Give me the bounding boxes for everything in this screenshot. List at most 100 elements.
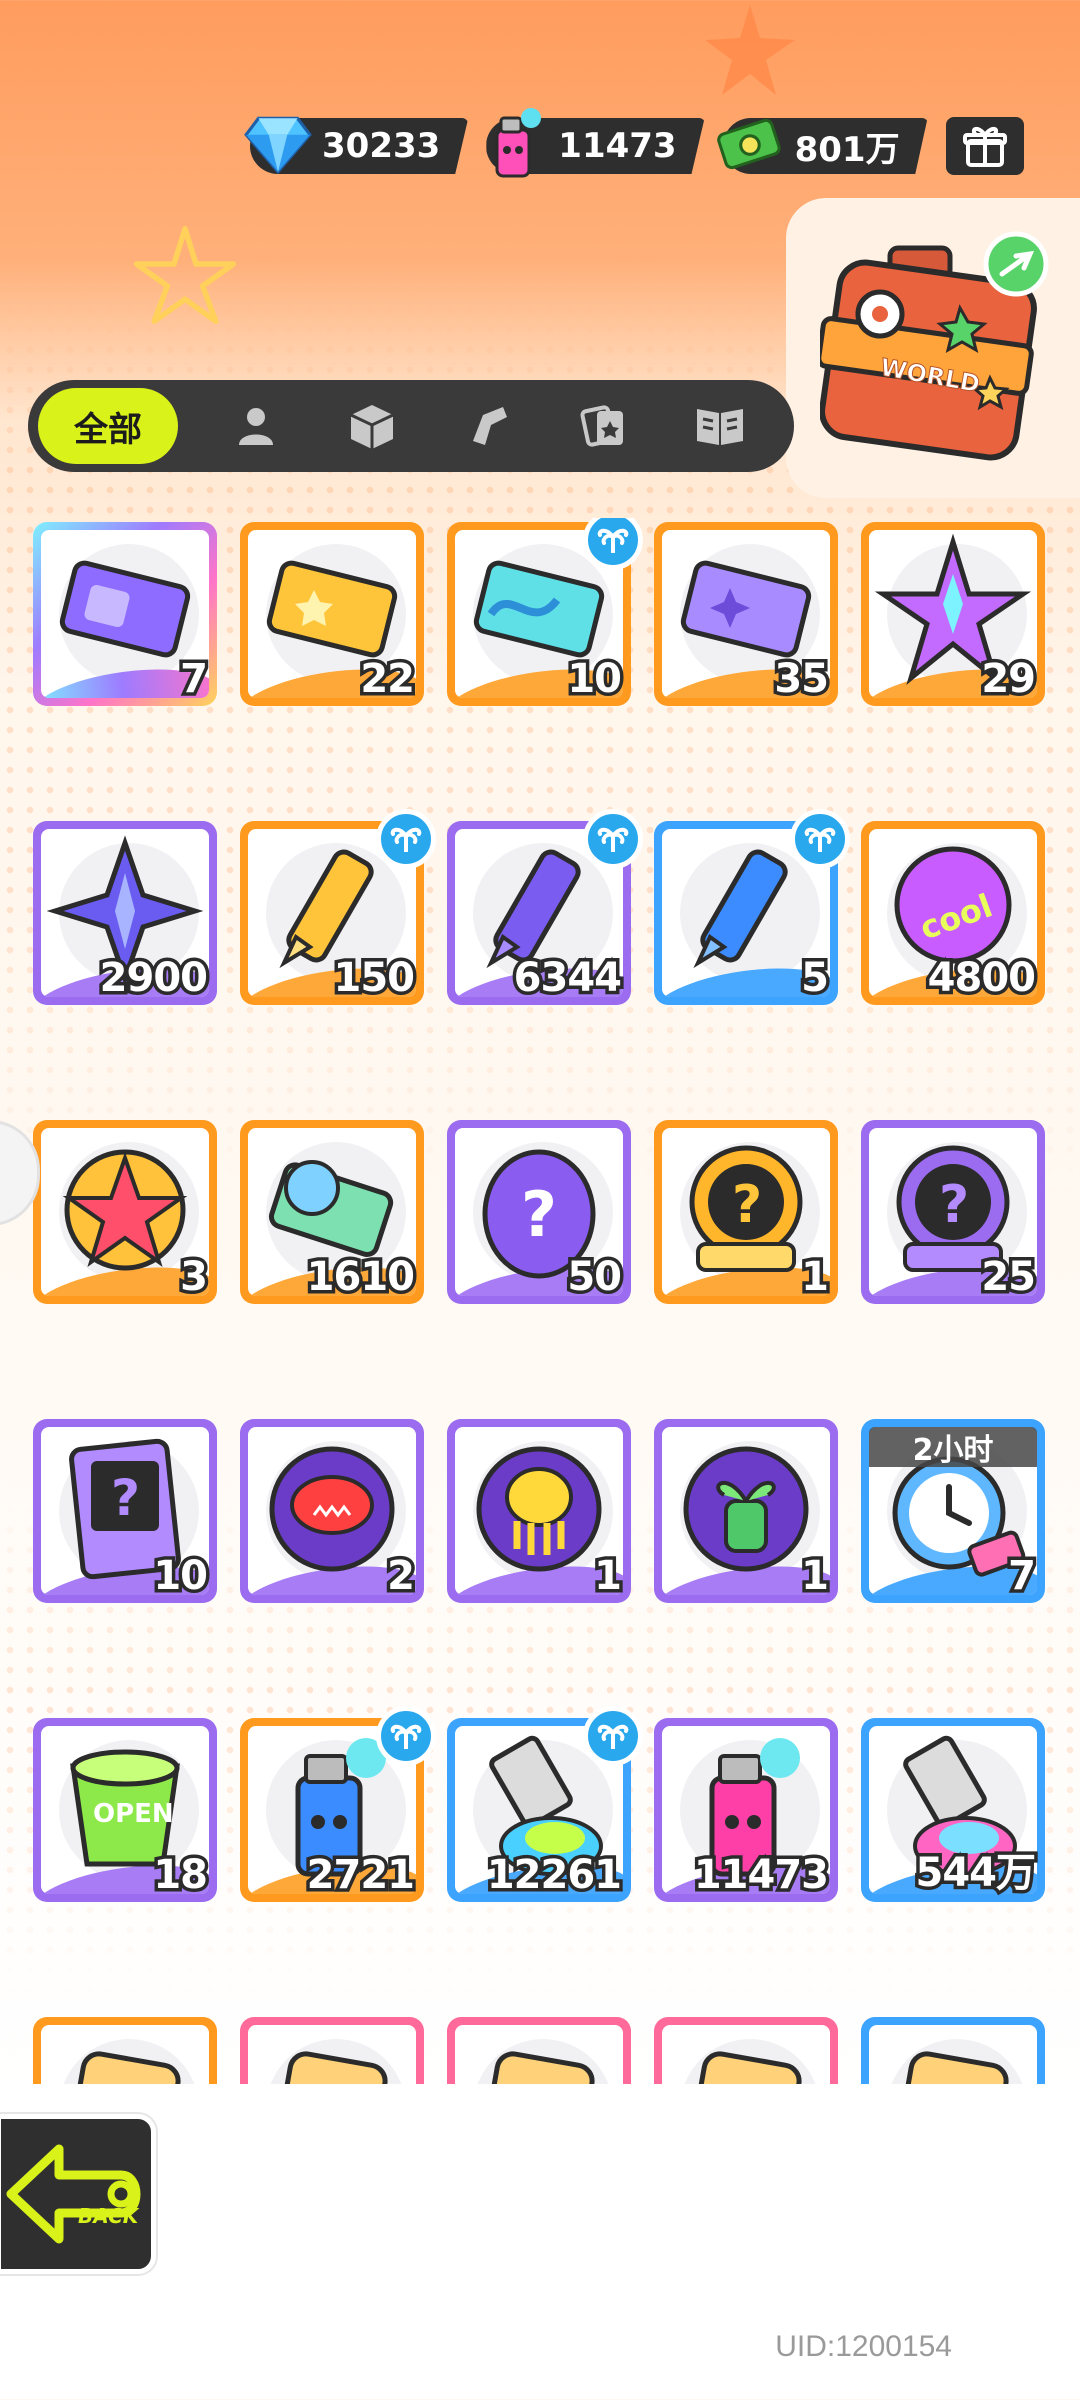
- item-30-icon: [897, 2051, 1009, 2084]
- item-count: 11473: [690, 1849, 832, 1902]
- cash-icon: [716, 118, 781, 170]
- inventory-item-paint-tube-green[interactable]: 12261: [447, 1706, 643, 1902]
- item-28-icon: [483, 2051, 595, 2084]
- item-26-icon: [69, 2051, 181, 2084]
- back-label: BACK: [78, 2204, 139, 2228]
- inventory-item-cool-sticker[interactable]: cool 4800: [861, 821, 1045, 1005]
- star-splash-icon: [705, 5, 795, 95]
- inventory-item-item-26[interactable]: [33, 2017, 217, 2084]
- cards-icon: [580, 405, 623, 447]
- back-arrow-icon: [6, 2144, 141, 2244]
- palm-tree-icon: [390, 827, 422, 852]
- diamond-counter[interactable]: 30233: [244, 116, 469, 175]
- palm-badge: [376, 1706, 436, 1766]
- palm-tree-icon: [597, 528, 629, 553]
- back-button[interactable]: [0, 2114, 156, 2274]
- cash-counter[interactable]: 801万: [716, 118, 928, 174]
- palm-tree-icon: [804, 827, 836, 852]
- palm-badge: [583, 809, 643, 869]
- person-icon: [239, 408, 273, 445]
- diamond-value: 30233: [322, 126, 441, 166]
- inventory-item-purple-star[interactable]: 2900: [33, 821, 217, 1005]
- diamond-icon: [244, 116, 312, 175]
- svg-text:?: ?: [732, 1175, 762, 1235]
- item-count: 1: [591, 1550, 626, 1603]
- svg-text:?: ?: [939, 1175, 969, 1235]
- palm-badge: [376, 809, 436, 869]
- item-count: 2: [384, 1550, 419, 1603]
- item-29-icon: [690, 2051, 802, 2084]
- palm-tree-icon: [597, 827, 629, 852]
- item-count: 4800: [924, 952, 1039, 1005]
- tab-all[interactable]: 全部: [38, 388, 178, 464]
- inventory-item-blue-spray[interactable]: 2721: [240, 1706, 436, 1902]
- inventory-item-yellow-crayon[interactable]: 150: [240, 809, 436, 1005]
- item-count: 2721: [303, 1849, 418, 1902]
- palm-tree-icon: [390, 1724, 422, 1749]
- tab-character[interactable]: [198, 388, 314, 464]
- inventory-item-paint-tube-rainbow[interactable]: 544万: [861, 1718, 1045, 1902]
- star-doodle-icon: [133, 226, 237, 324]
- svg-text:?: ?: [111, 1469, 140, 1527]
- item-count: 25: [978, 1251, 1040, 1304]
- palm-badge: [583, 518, 643, 570]
- inventory-item-purple-crayon[interactable]: 6344: [447, 809, 643, 1005]
- item-count: 35: [771, 653, 833, 706]
- palm-badge: [583, 1706, 643, 1766]
- item-count: 1: [798, 1550, 833, 1603]
- uid-label: UID:1200154: [775, 2330, 952, 2363]
- item-count: 1610: [303, 1251, 418, 1304]
- palm-badge: [790, 809, 850, 869]
- world-suitcase-button[interactable]: WORLD: [816, 228, 1050, 468]
- inventory-item-season-ticket[interactable]: 1610: [240, 1120, 424, 1304]
- svg-text:OPEN: OPEN: [93, 1799, 174, 1829]
- tab-collection[interactable]: [662, 388, 778, 464]
- box-icon: [350, 405, 394, 449]
- item-count: 7: [1005, 1550, 1040, 1603]
- inventory-item-deity-mystery-purple[interactable]: ? 25: [861, 1120, 1045, 1304]
- gift-box-icon: [962, 127, 1007, 167]
- inventory-item-purple-ticket[interactable]: 7: [33, 522, 217, 706]
- item-count: 10: [564, 653, 626, 706]
- tab-items[interactable]: [314, 388, 430, 464]
- tab-cards[interactable]: [546, 388, 662, 464]
- inventory-item-alarm-clock[interactable]: 2小时 7: [861, 1419, 1045, 1603]
- inventory-item-plant-orb[interactable]: 1: [654, 1419, 838, 1603]
- inventory-item-blue-crayon[interactable]: 5: [654, 809, 850, 1005]
- inventory-item-deity-mystery-gold[interactable]: ? 1: [654, 1120, 838, 1304]
- inventory-item-star-badge[interactable]: 3: [33, 1120, 217, 1304]
- inventory-item-jelly-orb[interactable]: 1: [447, 1419, 631, 1603]
- item-27-icon: [276, 2051, 388, 2084]
- inventory-item-rainbow-star[interactable]: 29: [861, 522, 1045, 706]
- item-count: 29: [978, 653, 1040, 706]
- inventory-item-mystery-egg[interactable]: ? 50: [447, 1120, 631, 1304]
- inventory-item-violet-ticket[interactable]: 35: [654, 522, 838, 706]
- item-timer: 2小时: [869, 1427, 1037, 1468]
- palm-tree-icon: [597, 1724, 629, 1749]
- inventory-item-open-cup[interactable]: OPEN 18: [33, 1718, 217, 1902]
- inventory-item-pink-spray[interactable]: 11473: [654, 1718, 838, 1902]
- inventory-item-item-27[interactable]: [240, 2017, 424, 2084]
- gift-shop-button[interactable]: [945, 117, 1024, 175]
- inventory-scroll[interactable]: 7 22 10 35 29 2900 150 6344 5 cool 4800 3 1610? 50? 1?…: [0, 518, 1080, 2084]
- inventory-item-item-29[interactable]: [654, 2017, 838, 2084]
- item-count: 22: [357, 653, 419, 706]
- inventory-item-item-28[interactable]: [447, 2017, 631, 2084]
- category-tabs: 全部: [28, 380, 794, 472]
- spray-counter[interactable]: 11473: [486, 108, 705, 178]
- inventory-item-item-30[interactable]: [861, 2017, 1045, 2084]
- tab-weapons[interactable]: [430, 388, 546, 464]
- item-count: 1: [798, 1251, 833, 1304]
- spray-value: 11473: [558, 126, 677, 166]
- world-suitcase-icon: WORLD: [816, 231, 1049, 461]
- item-count: 12261: [483, 1849, 625, 1902]
- item-count: 5: [798, 952, 833, 1005]
- item-count: 150: [330, 952, 418, 1005]
- item-count: 3: [177, 1251, 212, 1304]
- inventory-item-gold-ticket[interactable]: 22: [240, 522, 424, 706]
- item-count: 18: [150, 1849, 212, 1902]
- inventory-item-travel-card[interactable]: ? 10: [33, 1419, 217, 1603]
- inventory-item-wave-ticket[interactable]: 10: [447, 518, 643, 706]
- inventory-item-piranha-orb[interactable]: 2: [240, 1419, 424, 1603]
- cash-value: 801万: [794, 129, 900, 170]
